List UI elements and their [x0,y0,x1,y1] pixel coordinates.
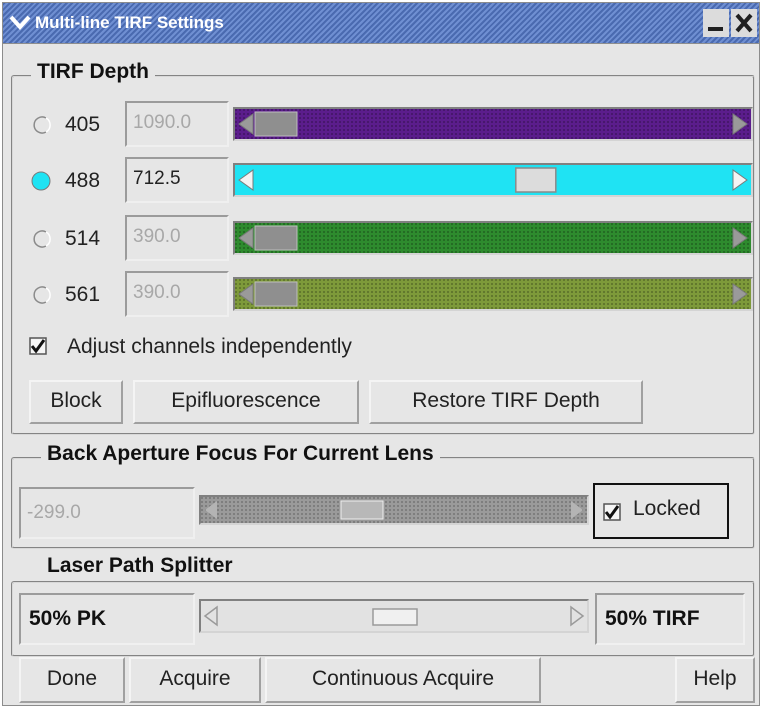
channel-depth-value[interactable]: 1090.0 [125,101,229,147]
locked-checkbox-frame[interactable]: Locked [593,483,729,539]
channel-depth-value[interactable]: 390.0 [125,271,229,317]
chevron-down-icon[interactable] [9,11,31,33]
splitter-left-label: 50% PK [19,593,195,645]
channel-depth-slider[interactable] [233,221,753,255]
channel-depth-value[interactable]: 390.0 [125,215,229,261]
window-title: Multi-line TIRF Settings [35,13,224,32]
channel-wavelength-label: 561 [65,283,101,306]
channel-depth-value[interactable]: 712.5 [125,157,229,203]
close-icon[interactable] [731,9,757,37]
channel-depth-slider[interactable] [233,277,753,311]
done-button[interactable]: Done [19,657,125,703]
splitter-right-label: 50% TIRF [595,593,745,645]
splitter-title: Laser Path Splitter [41,554,239,578]
title-bar: Multi-line TIRF Settings [3,3,759,44]
channel-wavelength-label: 514 [65,227,101,250]
locked-label: Locked [633,497,701,520]
channel-radio[interactable] [31,285,51,305]
help-button[interactable]: Help [675,657,755,703]
back-aperture-slider[interactable] [199,495,589,525]
back-aperture-slider-track [201,497,587,523]
epifluorescence-button[interactable]: Epifluorescence [133,380,359,424]
channel-wavelength-label: 405 [65,113,101,136]
channel-depth-slider[interactable] [233,163,753,197]
channel-radio[interactable] [31,171,51,191]
splitter-slider[interactable] [199,599,589,633]
tirf-depth-title: TIRF Depth [31,60,155,84]
channel-depth-slider[interactable] [233,107,753,141]
block-button[interactable]: Block [29,380,123,424]
splitter-slider-track [203,605,585,627]
tirf-settings-window: Multi-line TIRF Settings TIRF Depth 405 1… [2,2,760,706]
restore-tirf-depth-button[interactable]: Restore TIRF Depth [369,380,643,424]
channel-radio[interactable] [31,115,51,135]
acquire-button[interactable]: Acquire [129,657,261,703]
continuous-acquire-button[interactable]: Continuous Acquire [265,657,541,703]
back-aperture-title: Back Aperture Focus For Current Lens [41,442,440,466]
channel-radio[interactable] [31,229,51,249]
adjust-channels-checkbox[interactable] [29,337,47,355]
minimize-icon[interactable] [703,9,729,37]
adjust-channels-label: Adjust channels independently [67,335,352,358]
back-aperture-value[interactable]: -299.0 [19,487,195,539]
channel-wavelength-label: 488 [65,169,101,192]
locked-checkbox[interactable] [603,503,621,521]
